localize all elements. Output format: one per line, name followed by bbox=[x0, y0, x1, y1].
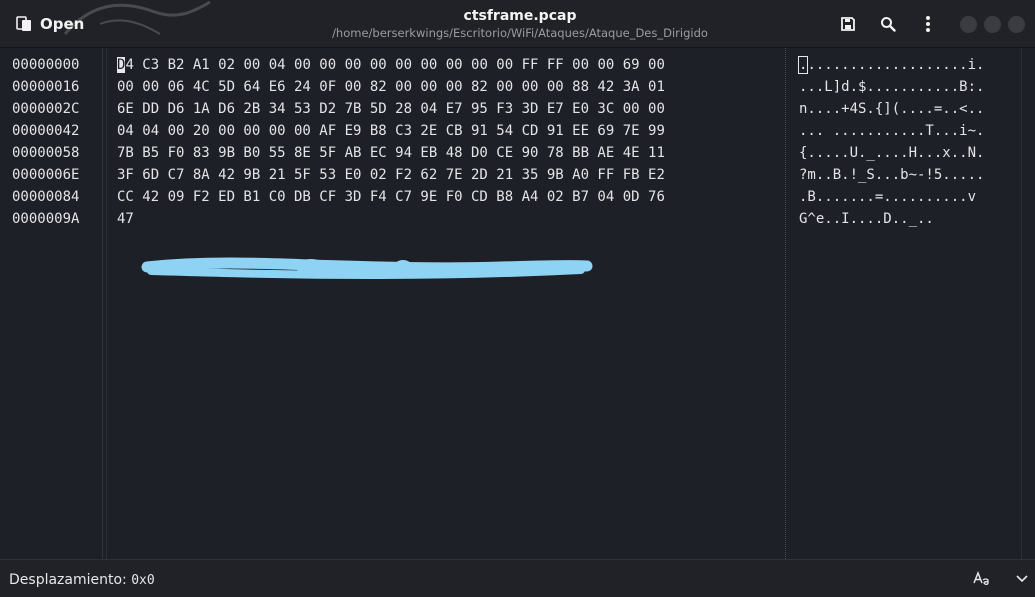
header-bar: Open ctsframe.pcap /home/berserkwings/Es… bbox=[0, 0, 1035, 48]
offset-row: 00000058 bbox=[12, 145, 80, 161]
hex-pane[interactable]: D4 C3 B2 A1 02 00 04 00 00 00 00 00 00 0… bbox=[117, 54, 665, 230]
scrollbar-track[interactable] bbox=[1021, 48, 1022, 559]
text-options-icon bbox=[973, 571, 989, 585]
offset-column: 00000000 00000016 0000002C 00000042 00000058… bbox=[0, 48, 103, 559]
close-button[interactable] bbox=[1008, 16, 1025, 33]
ascii-row[interactable]: n....+4S.{](....=..<.. bbox=[799, 98, 984, 120]
file-path: /home/berserkwings/Escritorio/WiFi/Ataqu… bbox=[332, 26, 708, 40]
ascii-row[interactable]: G^e..I....D.._.. bbox=[799, 208, 984, 230]
offset-row: 00000084 bbox=[12, 189, 80, 205]
search-icon bbox=[881, 17, 896, 32]
offset-row: 00000042 bbox=[12, 123, 80, 139]
offset-row: 0000006E bbox=[12, 167, 80, 183]
options-dropdown[interactable] bbox=[1011, 569, 1033, 589]
dotted-divider bbox=[785, 48, 786, 559]
hex-row[interactable]: CC 42 09 F2 ED B1 C0 DB CF 3D F4 C7 9E F… bbox=[117, 186, 665, 208]
hex-row[interactable]: 6E DD D6 1A D6 2B 34 53 D2 7B 5D 28 04 E… bbox=[117, 98, 665, 120]
hex-row[interactable]: 47 bbox=[117, 208, 665, 230]
text-options-button[interactable] bbox=[971, 569, 993, 589]
minimize-button[interactable] bbox=[960, 16, 977, 33]
hex-editor-view[interactable]: 00000000 00000016 0000002C 00000042 00000058… bbox=[0, 48, 1035, 559]
search-button[interactable] bbox=[876, 12, 900, 36]
redaction-scribble bbox=[141, 257, 593, 280]
maximize-button[interactable] bbox=[984, 16, 1001, 33]
offset-status-value: 0x0 bbox=[131, 573, 155, 588]
save-button[interactable] bbox=[836, 12, 860, 36]
main-menu-button[interactable] bbox=[916, 12, 940, 36]
offset-row: 00000000 bbox=[12, 57, 80, 73]
save-icon bbox=[841, 17, 855, 31]
kebab-menu-icon bbox=[926, 16, 930, 32]
ascii-pane[interactable]: ....................i. ...L]d.$..........… bbox=[797, 54, 984, 230]
ascii-row[interactable]: ...L]d.$...........B:. bbox=[799, 76, 984, 98]
offset-row: 00000016 bbox=[12, 79, 80, 95]
offset-list: 00000000 00000016 0000002C 00000042 00000058… bbox=[12, 54, 79, 230]
hex-row[interactable]: 00 00 06 4C 5D 64 E6 24 0F 00 82 00 00 0… bbox=[117, 76, 665, 98]
ascii-row[interactable]: ... ...........T...i~. bbox=[799, 120, 984, 142]
open-button[interactable]: Open bbox=[8, 10, 92, 38]
ascii-row[interactable]: ?m..B.!_S...b~-!5..... bbox=[799, 164, 984, 186]
status-bar: Desplazamiento: 0x0 bbox=[0, 559, 1035, 597]
cursor: D bbox=[117, 57, 126, 73]
offset-row: 0000002C bbox=[12, 101, 80, 117]
offset-row: 0000009A bbox=[12, 211, 80, 227]
hex-row[interactable]: D4 C3 B2 A1 02 00 04 00 00 00 00 00 00 0… bbox=[117, 54, 665, 76]
ascii-row[interactable]: .B.......=..........v bbox=[799, 186, 984, 208]
hex-row[interactable]: 3F 6D C7 8A 42 9B 21 5F 53 E0 02 F2 62 7… bbox=[117, 164, 665, 186]
document-open-icon bbox=[16, 16, 31, 31]
hex-row[interactable]: 7B B5 F0 83 9B B0 55 8E 5F AB EC 94 EB 4… bbox=[117, 142, 665, 164]
file-name: ctsframe.pcap bbox=[463, 8, 577, 24]
window-title: ctsframe.pcap /home/berserkwings/Escrito… bbox=[300, 8, 740, 41]
ascii-cursor: . bbox=[797, 56, 809, 74]
ascii-row[interactable]: ....................i. bbox=[797, 54, 984, 76]
offset-status-label: Desplazamiento: bbox=[9, 572, 132, 588]
ascii-row[interactable]: {.....U._....H...x..N. bbox=[799, 142, 984, 164]
chevron-down-icon bbox=[1016, 575, 1028, 583]
offset-status: Desplazamiento: 0x0 bbox=[9, 572, 155, 588]
column-divider bbox=[106, 48, 107, 559]
open-button-label: Open bbox=[40, 15, 85, 33]
hex-row[interactable]: 04 04 00 20 00 00 00 00 AF E9 B8 C3 2E C… bbox=[117, 120, 665, 142]
